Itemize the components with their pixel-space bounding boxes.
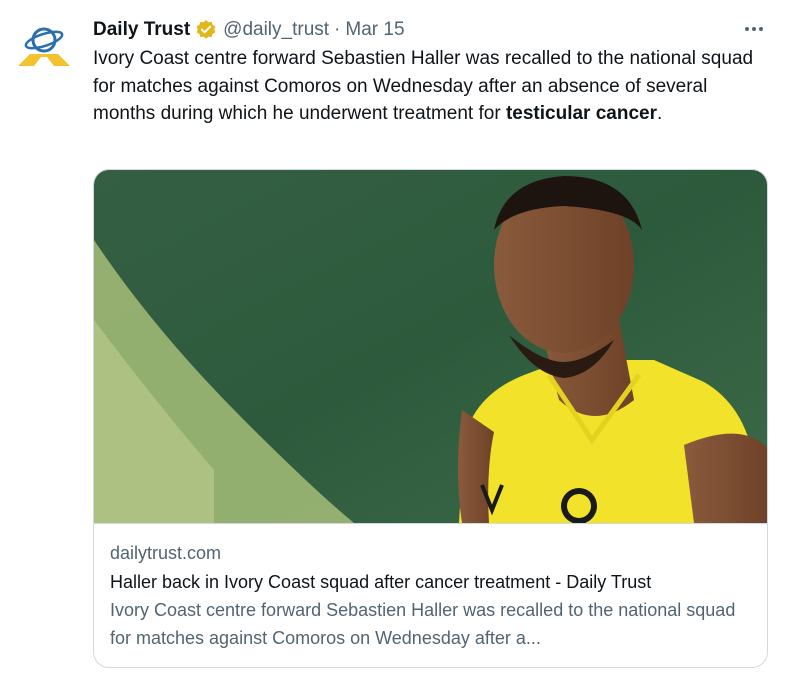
link-title[interactable]: Haller back in Ivory Coast squad after c…: [110, 568, 753, 596]
author-name[interactable]: Daily Trust: [93, 19, 190, 41]
verified-badge-icon: [195, 19, 217, 41]
more-options-icon[interactable]: [740, 18, 768, 40]
author-handle[interactable]: @daily_trust: [223, 19, 329, 41]
author-avatar[interactable]: [14, 22, 74, 74]
link-preview-card[interactable]: dailytrust.com Haller back in Ivory Coas…: [93, 169, 768, 668]
link-description: Ivory Coast centre forward Sebastien Hal…: [110, 600, 736, 648]
tweet-text-bold: testicular cancer: [505, 103, 657, 124]
tweet-text: Ivory Coast centre forward Sebastien Hal…: [93, 45, 773, 128]
link-domain: dailytrust.com: [110, 543, 222, 563]
link-preview-image: [94, 170, 767, 524]
tweet-text-end: .: [656, 103, 663, 124]
link-preview-meta: dailytrust.com Haller back in Ivory Coas…: [94, 523, 767, 667]
tweet-date[interactable]: Mar 15: [345, 19, 404, 41]
tweet[interactable]: Daily Trust @daily_trust · Mar 15 Ivory …: [0, 0, 790, 673]
tweet-header: Daily Trust @daily_trust · Mar 15: [93, 16, 405, 44]
daily-trust-logo-icon: [18, 27, 70, 66]
header-separator: ·: [334, 19, 341, 40]
